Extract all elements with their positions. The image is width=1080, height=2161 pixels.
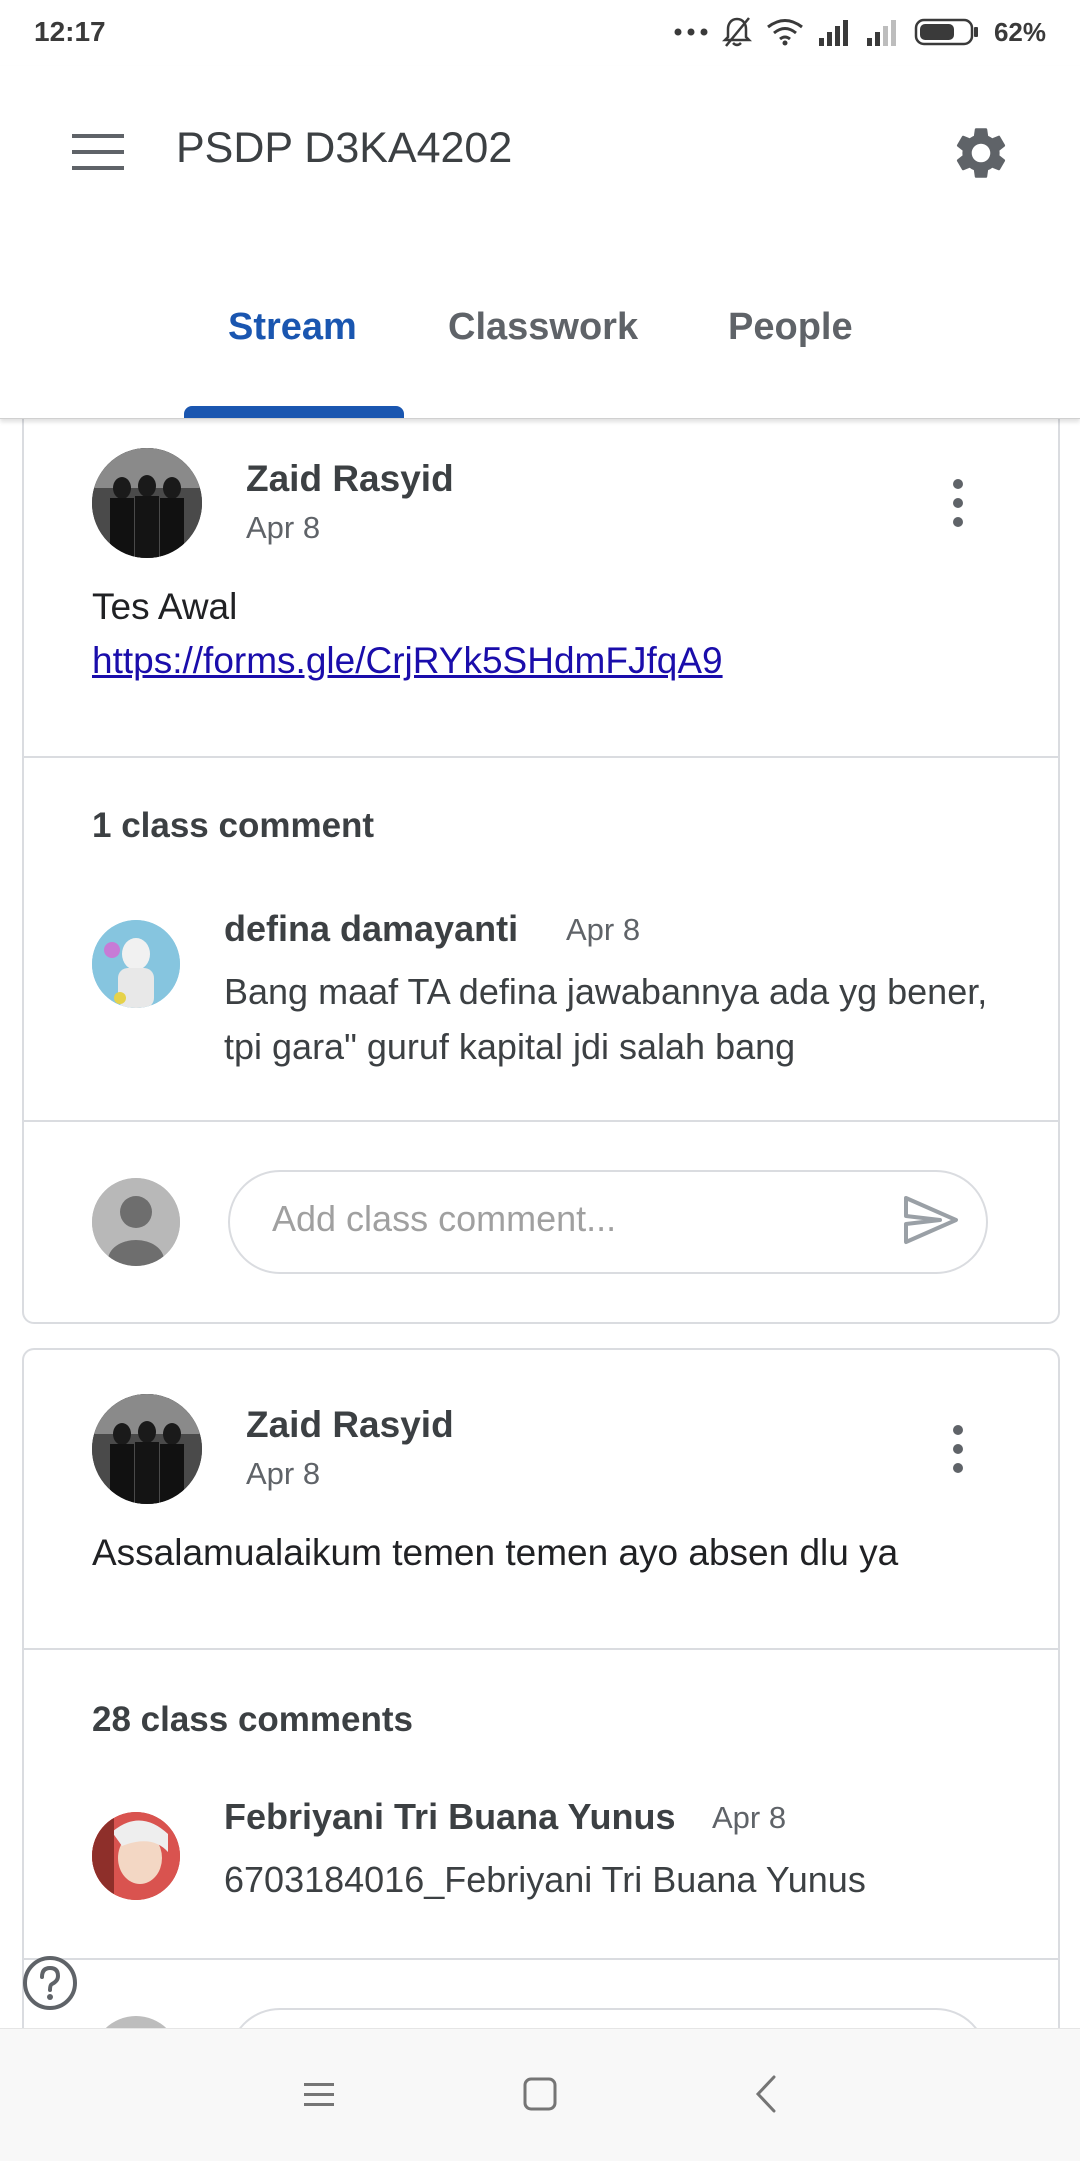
comment-text: Bang maaf TA defina jawabannya ada yg be… [224, 971, 988, 1067]
comment-input[interactable]: Add class comment... [228, 1170, 988, 1274]
comment-author: Febriyani Tri Buana Yunus [224, 1796, 676, 1837]
post-date: Apr 8 [246, 510, 321, 545]
bell-muted-icon [721, 17, 752, 47]
status-time: 12:17 [34, 16, 106, 47]
signal-icon [818, 20, 848, 46]
home-icon[interactable] [515, 2069, 565, 2119]
tab-indicator [184, 406, 404, 418]
comment-input-placeholder: Add class comment... [272, 1198, 617, 1239]
divider [24, 1120, 1058, 1122]
post-link[interactable]: https://forms.gle/CrjRYk5SHdmFJfqA9 [92, 640, 723, 682]
author-avatar[interactable] [92, 1394, 202, 1504]
signal-weak-icon [866, 20, 896, 46]
avatar-photo [92, 1812, 180, 1900]
battery-icon [914, 18, 978, 46]
back-icon[interactable] [742, 2069, 792, 2119]
tab-people[interactable]: People [728, 306, 853, 349]
author-avatar[interactable] [92, 448, 202, 558]
comment-date: Apr 8 [712, 1800, 787, 1835]
post-text: Assalamualaikum temen temen ayo absen dl… [92, 1532, 899, 1573]
more-vert-icon[interactable] [948, 1424, 968, 1474]
gear-icon[interactable] [950, 122, 1012, 184]
avatar-photo [92, 448, 202, 558]
system-nav-bar [0, 2028, 1080, 2161]
status-icons: 62% [674, 12, 1046, 52]
menu-icon[interactable] [70, 132, 126, 172]
recent-apps-icon[interactable] [294, 2069, 344, 2119]
divider [24, 1648, 1058, 1650]
post-author: Zaid Rasyid [246, 1404, 454, 1445]
wifi-icon [767, 19, 803, 46]
comment-date: Apr 8 [566, 912, 641, 947]
user-avatar [92, 1178, 180, 1266]
person-icon [92, 1178, 180, 1266]
divider [24, 1958, 1058, 1960]
divider [24, 756, 1058, 758]
commenter-avatar [92, 920, 180, 1008]
comment-text: 6703184016_Febriyani Tri Buana Yunus [224, 1859, 866, 1900]
post-card: Zaid Rasyid Apr 8 Tes Awal https://forms… [22, 380, 1060, 1324]
app-bar: PSDP D3KA4202 Stream Classwork People [0, 66, 1080, 419]
comment-author: defina damayanti [224, 908, 519, 949]
status-bar: 12:17 62% [0, 0, 1080, 66]
comments-count[interactable]: 1 class comment [92, 806, 374, 846]
course-title: PSDP D3KA4202 [176, 124, 513, 172]
post-text: Tes Awal [92, 586, 238, 627]
more-dots-icon [674, 28, 708, 36]
post-date: Apr 8 [246, 1456, 321, 1491]
avatar-photo [92, 920, 180, 1008]
avatar-photo [92, 1394, 202, 1504]
tab-classwork[interactable]: Classwork [448, 306, 638, 349]
comments-count[interactable]: 28 class comments [92, 1700, 413, 1740]
more-vert-icon[interactable] [948, 478, 968, 528]
send-icon[interactable] [902, 1194, 960, 1246]
help-icon[interactable] [22, 1955, 78, 2011]
post-author: Zaid Rasyid [246, 458, 454, 499]
commenter-avatar [92, 1812, 180, 1900]
tab-stream[interactable]: Stream [228, 306, 357, 349]
battery-percent: 62% [993, 16, 1046, 47]
